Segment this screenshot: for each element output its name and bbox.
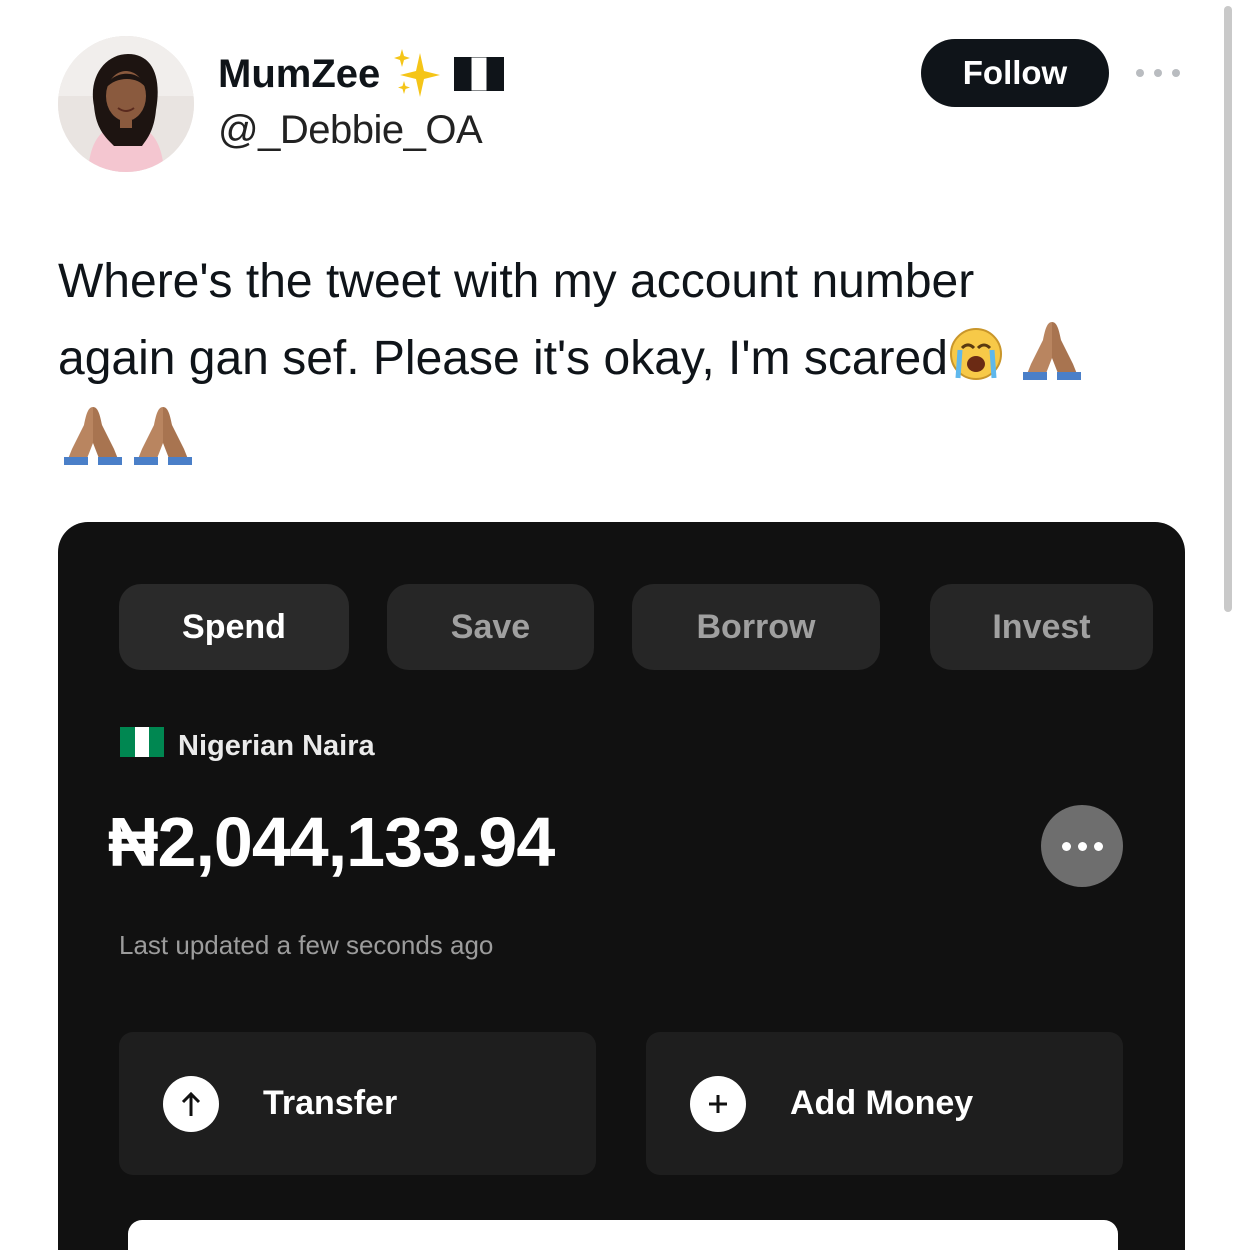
sparkles-icon bbox=[390, 47, 444, 101]
tab-spend[interactable]: Spend bbox=[119, 584, 349, 670]
author-display-name[interactable]: MumZee bbox=[218, 52, 380, 97]
currency-selector[interactable]: Nigerian Naira bbox=[120, 726, 375, 766]
folded-hands-icon bbox=[1017, 318, 1087, 403]
tab-borrow[interactable]: Borrow bbox=[632, 584, 880, 670]
tab-invest[interactable]: Invest bbox=[930, 584, 1153, 670]
more-options-icon[interactable] bbox=[1136, 66, 1180, 80]
account-balance: ₦2,044,133.94 bbox=[108, 803, 555, 881]
loudly-crying-face-icon bbox=[948, 326, 1004, 403]
transfer-label: Transfer bbox=[263, 1084, 398, 1122]
folded-hands-icon bbox=[128, 403, 198, 488]
author-handle[interactable]: @_Debbie_OA bbox=[218, 108, 483, 153]
nigeria-flag-icon bbox=[454, 57, 505, 91]
tab-save[interactable]: Save bbox=[387, 584, 594, 670]
add-money-label: Add Money bbox=[790, 1084, 974, 1122]
arrow-up-icon bbox=[163, 1075, 219, 1132]
nigeria-flag-icon bbox=[120, 727, 164, 765]
transfer-button[interactable]: Transfer bbox=[119, 1032, 596, 1175]
balance-more-icon[interactable] bbox=[1041, 805, 1123, 887]
currency-label: Nigerian Naira bbox=[178, 729, 375, 762]
follow-button[interactable]: Follow bbox=[921, 39, 1109, 107]
tweet-text-line1: Where's the tweet with my account number bbox=[58, 255, 975, 308]
add-money-button[interactable]: Add Money bbox=[646, 1032, 1123, 1175]
tweet-text-line2: again gan sef. Please it's okay, I'm sca… bbox=[58, 332, 948, 385]
profile-avatar[interactable] bbox=[58, 36, 194, 172]
plus-icon bbox=[690, 1075, 746, 1132]
folded-hands-icon bbox=[58, 403, 128, 488]
page-scrollbar[interactable] bbox=[1224, 6, 1232, 612]
next-card-edge bbox=[128, 1220, 1118, 1250]
tweet-text: Where's the tweet with my account number… bbox=[58, 246, 1168, 488]
last-updated-text: Last updated a few seconds ago bbox=[119, 930, 494, 960]
tweet-media-image[interactable]: Spend Save Borrow Invest Nigerian Naira … bbox=[58, 522, 1185, 1250]
author-name-row: MumZee bbox=[218, 46, 505, 102]
